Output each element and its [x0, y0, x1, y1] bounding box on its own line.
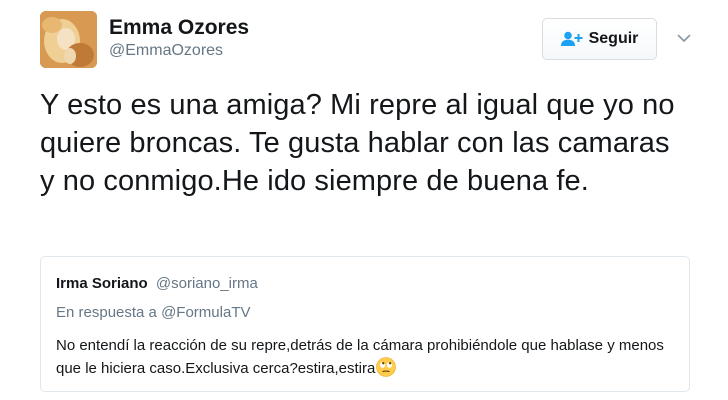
quoted-tweet-header: Irma Soriano @soriano_irma [56, 275, 258, 292]
avatar-image [40, 11, 97, 68]
author-handle[interactable]: @EmmaOzores [109, 42, 223, 60]
reply-prefix: En respuesta a [56, 304, 157, 321]
tweet-text: Y esto es una amiga? Mi repre al igual q… [40, 89, 675, 197]
avatar[interactable] [40, 11, 97, 68]
quoted-author-name: Irma Soriano [56, 275, 148, 292]
quoted-tweet[interactable]: Irma Soriano @soriano_irma En respuesta … [40, 256, 690, 392]
reply-context: En respuesta a @FormulaTV [56, 304, 251, 321]
reply-to-handle[interactable]: @FormulaTV [161, 304, 250, 321]
author-name[interactable]: Emma Ozores [109, 16, 249, 40]
chevron-down-icon[interactable] [677, 31, 691, 45]
quoted-tweet-text-block: No entendí la reacción de su repre,detrá… [56, 335, 676, 380]
follow-button-label: Seguir [588, 30, 639, 47]
eye-roll-emoji [376, 357, 397, 377]
quoted-author-handle: @soriano_irma [155, 275, 258, 292]
quoted-tweet-text: No entendí la reacción de su repre,detrá… [56, 337, 664, 377]
tweet-header: Emma Ozores @EmmaOzores Seguir [40, 11, 700, 69]
follow-button[interactable]: Seguir [542, 18, 657, 60]
add-user-icon [560, 31, 583, 46]
